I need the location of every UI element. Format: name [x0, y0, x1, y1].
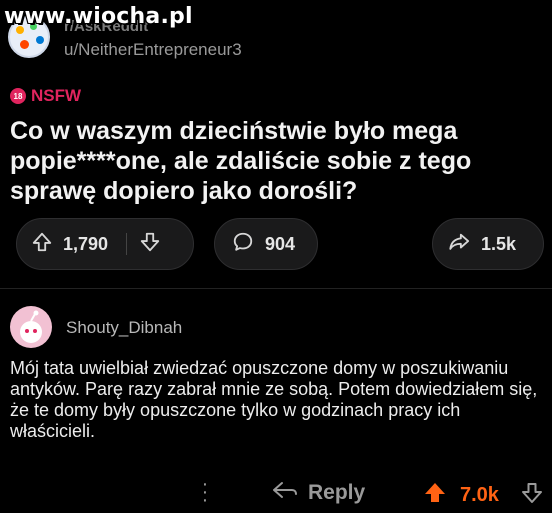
speech-bubble-icon — [231, 231, 255, 258]
downvote-arrow-icon[interactable] — [139, 231, 161, 258]
comment-body: Mój tata uwielbiał zwiedzać opuszczone d… — [10, 358, 538, 441]
comment-actions: · · · Reply 7.0k — [0, 474, 552, 512]
section-divider — [0, 288, 552, 289]
comment-score: 7.0k — [460, 484, 499, 506]
comments-button[interactable]: 904 — [214, 218, 318, 270]
vertical-dots-icon[interactable]: · · · — [200, 474, 210, 510]
share-count: 1.5k — [481, 233, 517, 254]
share-arrow-icon — [447, 231, 471, 258]
post-username[interactable]: u/NeitherEntrepreneur3 — [64, 40, 242, 60]
comment-author[interactable]: Shouty_Dibnah — [66, 318, 182, 338]
reply-label: Reply — [308, 480, 366, 504]
vote-bar: 1,790 — [16, 218, 194, 270]
watermark: www.wiocha.pl — [4, 4, 193, 29]
post-title: Co w waszym dzieciństwie było mega popie… — [10, 117, 472, 205]
comment-downvote-icon[interactable] — [520, 481, 544, 510]
nsfw-tag: 18 NSFW — [10, 86, 81, 106]
nsfw-label: NSFW — [31, 86, 82, 105]
nsfw-18-icon: 18 — [10, 88, 26, 104]
upvote-count: 1,790 — [63, 233, 109, 254]
reply-arrow-icon — [272, 480, 298, 505]
share-button[interactable]: 1.5k — [432, 218, 544, 270]
vote-divider — [126, 233, 128, 255]
comment-avatar[interactable] — [10, 306, 52, 348]
upvote-arrow-icon[interactable] — [31, 231, 53, 258]
comment-upvote-icon[interactable] — [422, 481, 448, 510]
comment-count: 904 — [265, 233, 296, 254]
reply-button[interactable]: Reply — [272, 480, 365, 505]
